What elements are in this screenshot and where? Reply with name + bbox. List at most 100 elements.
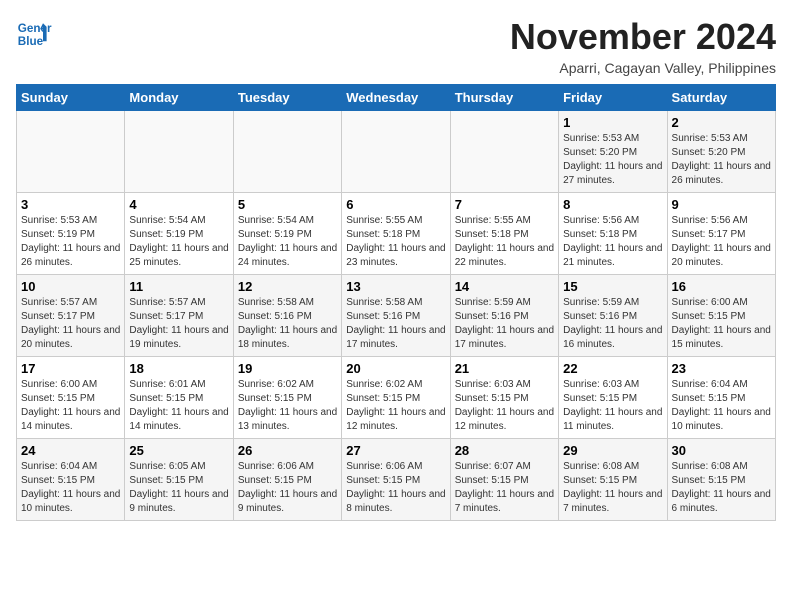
weekday-header-row: SundayMondayTuesdayWednesdayThursdayFrid… [17, 85, 776, 111]
day-number: 17 [21, 361, 120, 376]
day-cell: 20Sunrise: 6:02 AMSunset: 5:15 PMDayligh… [342, 357, 450, 439]
day-cell: 2Sunrise: 5:53 AMSunset: 5:20 PMDaylight… [667, 111, 775, 193]
day-cell: 1 Sunrise: 5:53 AMSunset: 5:20 PMDaylight… [559, 111, 667, 193]
week-row-1: 1 Sunrise: 5:53 AMSunset: 5:20 PMDaylight… [17, 111, 776, 193]
day-info: Sunrise: 5:54 AMSunset: 5:19 PMDaylight:… [129, 214, 228, 270]
day-info: Sunrise: 6:06 AMSunset: 5:15 PMDaylight:… [238, 460, 337, 516]
day-info: Sunrise: 5:56 AMSunset: 5:18 PMDaylight:… [563, 214, 662, 270]
day-info: Sunrise: 6:06 AMSunset: 5:15 PMDaylight:… [346, 460, 445, 516]
day-info: Sunrise: 6:04 AMSunset: 5:15 PMDaylight:… [21, 460, 120, 516]
day-cell: 4 Sunrise: 5:54 AMSunset: 5:19 PMDaylight… [125, 193, 233, 275]
day-info: Sunrise: 6:02 AMSunset: 5:15 PMDaylight:… [238, 378, 337, 434]
day-info: Sunrise: 6:01 AMSunset: 5:15 PMDaylight:… [129, 378, 228, 434]
day-number: 22 [563, 361, 662, 376]
day-cell: 12 Sunrise: 5:58 AMSunset: 5:16 PMDayligh… [233, 275, 341, 357]
day-info: Sunrise: 5:58 AMSunset: 5:16 PMDaylight:… [346, 296, 445, 352]
location: Aparri, Cagayan Valley, Philippines [510, 60, 776, 76]
day-number: 23 [672, 361, 771, 376]
day-cell: 30 Sunrise: 6:08 AMSunset: 5:15 PMDayligh… [667, 439, 775, 521]
day-number: 14 [455, 279, 554, 294]
day-info: Sunrise: 5:59 AMSunset: 5:16 PMDaylight:… [455, 296, 554, 352]
day-cell: 26Sunrise: 6:06 AMSunset: 5:15 PMDayligh… [233, 439, 341, 521]
day-number: 8 [563, 197, 662, 212]
weekday-saturday: Saturday [667, 85, 775, 111]
day-cell: 14 Sunrise: 5:59 AMSunset: 5:16 PMDayligh… [450, 275, 558, 357]
day-info: Sunrise: 5:56 AMSunset: 5:17 PMDaylight:… [672, 214, 771, 270]
day-cell: 22 Sunrise: 6:03 AMSunset: 5:15 PMDayligh… [559, 357, 667, 439]
calendar-table: SundayMondayTuesdayWednesdayThursdayFrid… [16, 84, 776, 521]
day-number: 6 [346, 197, 445, 212]
day-number: 11 [129, 279, 228, 294]
title-block: November 2024 Aparri, Cagayan Valley, Ph… [510, 16, 776, 76]
day-cell: 16 Sunrise: 6:00 AMSunset: 5:15 PMDayligh… [667, 275, 775, 357]
day-cell: 25 Sunrise: 6:05 AMSunset: 5:15 PMDayligh… [125, 439, 233, 521]
day-cell: 15 Sunrise: 5:59 AMSunset: 5:16 PMDayligh… [559, 275, 667, 357]
day-cell [125, 111, 233, 193]
day-number: 30 [672, 443, 771, 458]
day-cell: 5Sunrise: 5:54 AMSunset: 5:19 PMDaylight… [233, 193, 341, 275]
day-cell: 21Sunrise: 6:03 AMSunset: 5:15 PMDayligh… [450, 357, 558, 439]
day-number: 29 [563, 443, 662, 458]
weekday-monday: Monday [125, 85, 233, 111]
day-cell: 23 Sunrise: 6:04 AMSunset: 5:15 PMDayligh… [667, 357, 775, 439]
day-number: 12 [238, 279, 337, 294]
day-info: Sunrise: 6:07 AMSunset: 5:15 PMDaylight:… [455, 460, 554, 516]
day-info: Sunrise: 5:57 AMSunset: 5:17 PMDaylight:… [21, 296, 120, 352]
svg-text:Blue: Blue [18, 35, 44, 48]
day-info: Sunrise: 6:02 AMSunset: 5:15 PMDaylight:… [346, 378, 445, 434]
weekday-tuesday: Tuesday [233, 85, 341, 111]
day-cell: 9 Sunrise: 5:56 AMSunset: 5:17 PMDaylight… [667, 193, 775, 275]
weekday-sunday: Sunday [17, 85, 125, 111]
day-info: Sunrise: 6:03 AMSunset: 5:15 PMDaylight:… [563, 378, 662, 434]
day-cell [17, 111, 125, 193]
day-cell: 24 Sunrise: 6:04 AMSunset: 5:15 PMDayligh… [17, 439, 125, 521]
day-number: 7 [455, 197, 554, 212]
day-cell [233, 111, 341, 193]
logo-icon: General Blue [16, 16, 52, 52]
day-number: 18 [129, 361, 228, 376]
week-row-2: 3Sunrise: 5:53 AMSunset: 5:19 PMDaylight… [17, 193, 776, 275]
day-info: Sunrise: 6:00 AMSunset: 5:15 PMDaylight:… [672, 296, 771, 352]
day-cell: 13 Sunrise: 5:58 AMSunset: 5:16 PMDayligh… [342, 275, 450, 357]
day-number: 28 [455, 443, 554, 458]
day-info: Sunrise: 6:08 AMSunset: 5:15 PMDaylight:… [563, 460, 662, 516]
day-info: Sunrise: 5:58 AMSunset: 5:16 PMDaylight:… [238, 296, 337, 352]
day-cell: 11 Sunrise: 5:57 AMSunset: 5:17 PMDayligh… [125, 275, 233, 357]
day-number: 13 [346, 279, 445, 294]
day-cell: 7 Sunrise: 5:55 AMSunset: 5:18 PMDaylight… [450, 193, 558, 275]
day-number: 27 [346, 443, 445, 458]
day-number: 24 [21, 443, 120, 458]
page-header: General Blue November 2024 Aparri, Cagay… [16, 16, 776, 76]
day-cell [450, 111, 558, 193]
day-number: 4 [129, 197, 228, 212]
day-cell: 18 Sunrise: 6:01 AMSunset: 5:15 PMDayligh… [125, 357, 233, 439]
day-cell [342, 111, 450, 193]
day-info: Sunrise: 5:53 AMSunset: 5:20 PMDaylight:… [563, 132, 662, 188]
week-row-3: 10 Sunrise: 5:57 AMSunset: 5:17 PMDayligh… [17, 275, 776, 357]
weekday-thursday: Thursday [450, 85, 558, 111]
day-number: 16 [672, 279, 771, 294]
day-info: Sunrise: 5:57 AMSunset: 5:17 PMDaylight:… [129, 296, 228, 352]
day-cell: 29 Sunrise: 6:08 AMSunset: 5:15 PMDayligh… [559, 439, 667, 521]
day-info: Sunrise: 6:04 AMSunset: 5:15 PMDaylight:… [672, 378, 771, 434]
logo: General Blue [16, 16, 52, 52]
day-info: Sunrise: 5:55 AMSunset: 5:18 PMDaylight:… [455, 214, 554, 270]
day-number: 25 [129, 443, 228, 458]
day-number: 2 [672, 115, 771, 130]
calendar-body: 1 Sunrise: 5:53 AMSunset: 5:20 PMDaylight… [17, 111, 776, 521]
day-cell: 28 Sunrise: 6:07 AMSunset: 5:15 PMDayligh… [450, 439, 558, 521]
month-title: November 2024 [510, 16, 776, 58]
day-number: 9 [672, 197, 771, 212]
day-cell: 6Sunrise: 5:55 AMSunset: 5:18 PMDaylight… [342, 193, 450, 275]
day-number: 15 [563, 279, 662, 294]
day-info: Sunrise: 6:00 AMSunset: 5:15 PMDaylight:… [21, 378, 120, 434]
day-info: Sunrise: 5:54 AMSunset: 5:19 PMDaylight:… [238, 214, 337, 270]
day-number: 1 [563, 115, 662, 130]
day-info: Sunrise: 5:59 AMSunset: 5:16 PMDaylight:… [563, 296, 662, 352]
day-info: Sunrise: 5:53 AMSunset: 5:19 PMDaylight:… [21, 214, 120, 270]
day-info: Sunrise: 6:08 AMSunset: 5:15 PMDaylight:… [672, 460, 771, 516]
day-info: Sunrise: 6:05 AMSunset: 5:15 PMDaylight:… [129, 460, 228, 516]
day-number: 10 [21, 279, 120, 294]
weekday-friday: Friday [559, 85, 667, 111]
day-cell: 8 Sunrise: 5:56 AMSunset: 5:18 PMDaylight… [559, 193, 667, 275]
